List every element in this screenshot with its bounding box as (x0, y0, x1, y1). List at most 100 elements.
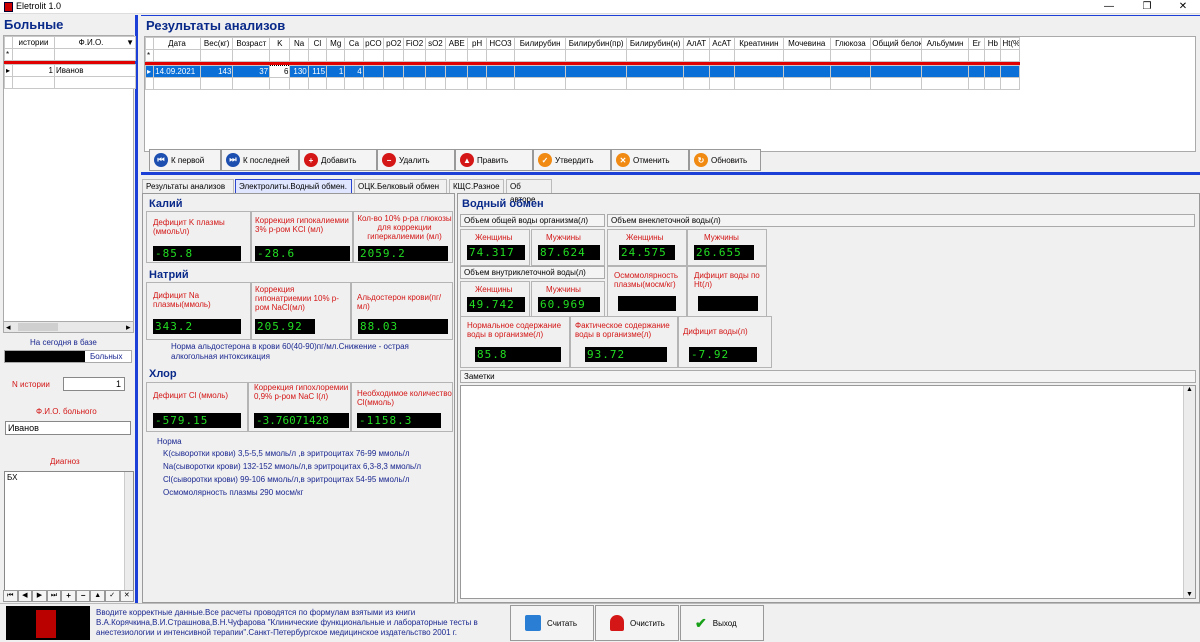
results-cell[interactable] (485, 65, 516, 78)
col-history[interactable]: истории (12, 36, 55, 49)
results-cell[interactable] (921, 65, 969, 78)
results-col-header[interactable]: Er (967, 37, 986, 50)
results-cell[interactable] (984, 65, 1002, 78)
results-cell[interactable]: 115 (307, 65, 328, 78)
results-cell[interactable] (445, 65, 469, 78)
results-col-header[interactable]: Билирубин (514, 37, 567, 50)
results-cell[interactable] (870, 65, 923, 78)
nav-cancel-icon[interactable]: ✕ (119, 590, 135, 602)
results-cell[interactable]: 1 (326, 65, 346, 78)
results-col-header[interactable]: HCO3 (485, 37, 516, 50)
horizontal-scrollbar[interactable]: ◂ ▸ (3, 321, 134, 333)
results-col-header[interactable]: pO2 (383, 37, 405, 50)
scroll-right-icon[interactable]: ▸ (126, 322, 131, 333)
results-col-header[interactable]: pH (467, 37, 487, 50)
results-col-header[interactable]: Ca (344, 37, 364, 50)
calculate-button[interactable]: Считать (510, 605, 594, 641)
notes-scrollbar[interactable]: ▲ ▼ (1183, 386, 1195, 598)
results-cell[interactable] (626, 65, 685, 78)
refresh-button[interactable]: ↻ Обновить (689, 149, 761, 171)
diagnosis-textarea[interactable]: БХ (4, 471, 134, 599)
results-col-header[interactable]: Возраст (232, 37, 271, 50)
cancel-button[interactable]: ✕ Отменить (611, 149, 689, 171)
chevron-down-icon[interactable]: ▼ (126, 38, 134, 47)
results-col-header[interactable]: Билирубин(н) (626, 37, 685, 50)
results-col-header[interactable]: FiO2 (403, 37, 426, 50)
scroll-thumb[interactable] (18, 323, 58, 331)
results-cell[interactable] (967, 65, 986, 78)
results-cell[interactable] (829, 65, 872, 78)
confirm-button[interactable]: ✓ Утвердить (533, 149, 611, 171)
tab-about[interactable]: Об авторе (506, 179, 552, 204)
results-cell[interactable]: 6 (269, 65, 291, 78)
results-col-header[interactable]: ABE (445, 37, 469, 50)
results-col-header[interactable]: Mg (326, 37, 346, 50)
clear-button[interactable]: Очистить (595, 605, 679, 641)
col-fio[interactable]: Ф.И.О. ▼ (54, 36, 136, 49)
results-col-header[interactable]: Глюкоза (829, 37, 872, 50)
scroll-left-icon[interactable]: ◂ (6, 322, 11, 333)
results-cell[interactable]: 4 (344, 65, 364, 78)
results-col-header[interactable]: Билирубин(пр) (565, 37, 628, 50)
patients-grid[interactable]: истории Ф.И.О. ▼ * ▸ 1 Иванов (3, 35, 136, 333)
results-cell[interactable] (565, 65, 628, 78)
nav-prior-icon[interactable]: ◀ (17, 590, 33, 602)
tab-results[interactable]: Результаты анализов (142, 179, 234, 193)
first-button[interactable]: ⏮ К первой (149, 149, 221, 171)
results-cell[interactable] (733, 65, 784, 78)
nav-insert-icon[interactable]: + (61, 590, 76, 602)
close-button[interactable]: ✕ (1168, 0, 1198, 14)
edit-button[interactable]: ▲ Править (455, 149, 533, 171)
results-col-header[interactable]: Общий белок (870, 37, 923, 50)
nav-delete-icon[interactable]: − (75, 590, 91, 602)
results-col-header[interactable]: АсАТ (708, 37, 735, 50)
history-input[interactable]: 1 (63, 377, 125, 391)
results-col-header[interactable]: Na (289, 37, 309, 50)
tab-electrolytes[interactable]: Электролиты.Водный обмен. (235, 179, 352, 193)
results-col-header[interactable]: АлАТ (683, 37, 710, 50)
nav-first-icon[interactable]: ⏮ (3, 590, 18, 602)
results-cell[interactable]: 14.09.2021 (153, 65, 201, 78)
minimize-button[interactable]: — (1094, 0, 1124, 14)
delete-button[interactable]: − Удалить (377, 149, 455, 171)
scroll-down-icon[interactable]: ▼ (1186, 591, 1193, 598)
results-grid[interactable]: Дата Вес(кг) Возраст K Na Cl Mg Ca pCO pO2 FiO2 sO2… (144, 36, 1196, 152)
add-button[interactable]: + Добавить (299, 149, 377, 171)
results-cell[interactable]: 143 (199, 65, 234, 78)
results-col-header[interactable]: Креатинин (733, 37, 784, 50)
fio-input[interactable]: Иванов (5, 421, 131, 435)
nav-edit-icon[interactable]: ▲ (90, 590, 105, 602)
results-cell[interactable] (1000, 65, 1020, 78)
results-col-header[interactable]: Вес(кг) (199, 37, 234, 50)
results-col-header[interactable]: Мочевина (782, 37, 831, 50)
results-col-header[interactable]: pCO (362, 37, 385, 50)
results-cell[interactable] (362, 65, 385, 78)
table-row[interactable]: ▸ 1 Иванов (4, 64, 136, 77)
results-col-header[interactable]: Альбумин (921, 37, 969, 50)
results-cell[interactable] (514, 65, 567, 78)
restore-button[interactable]: ❐ (1132, 0, 1162, 14)
results-cell[interactable] (708, 65, 735, 78)
results-col-header[interactable]: Cl (307, 37, 328, 50)
table-row[interactable]: ▸ 14.09.2021 143 37 6 130 115 1 4 (145, 65, 1020, 78)
results-col-header[interactable]: Ht(% (1000, 37, 1020, 50)
results-col-header[interactable]: Hb (984, 37, 1002, 50)
notes-textarea[interactable]: ▲ ▼ (460, 385, 1196, 599)
results-cell[interactable]: 37 (232, 65, 271, 78)
results-cell[interactable] (467, 65, 487, 78)
scroll-up-icon[interactable]: ▲ (1186, 386, 1193, 393)
results-cell[interactable] (403, 65, 426, 78)
results-cell[interactable] (424, 65, 447, 78)
results-cell[interactable] (383, 65, 405, 78)
tab-protein[interactable]: ОЦК.Белковый обмен (354, 179, 447, 193)
results-col-header[interactable]: sO2 (424, 37, 447, 50)
diagnosis-scrollbar[interactable] (124, 472, 133, 598)
results-col-header[interactable]: Дата (153, 37, 201, 50)
results-col-header[interactable]: K (269, 37, 291, 50)
results-cell[interactable] (782, 65, 831, 78)
nav-post-icon[interactable]: ✓ (104, 590, 120, 602)
nav-last-icon[interactable]: ⏭ (46, 590, 62, 602)
results-cell[interactable] (683, 65, 710, 78)
tab-acid-base[interactable]: КЩС.Разное (449, 179, 504, 193)
exit-button[interactable]: ✔ Выход (680, 605, 764, 641)
